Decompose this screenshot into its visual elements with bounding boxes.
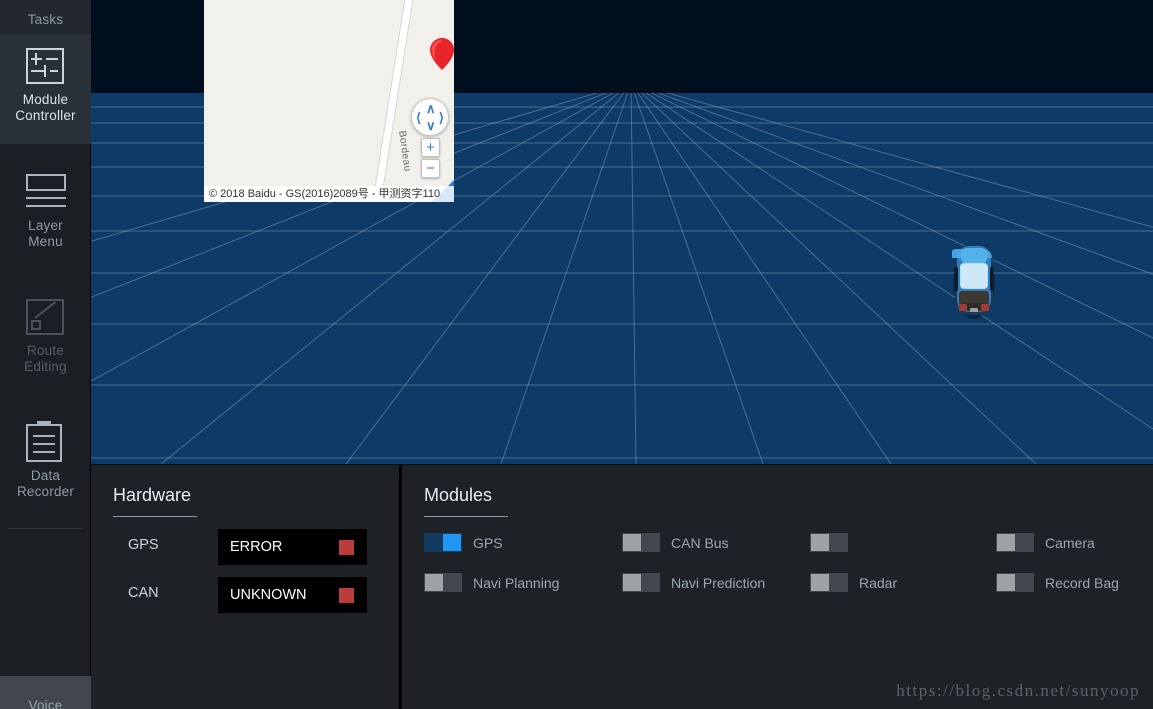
- module-toggle-switch[interactable]: [996, 533, 1034, 552]
- module-toggle-item[interactable]: Record Bag: [996, 573, 1119, 592]
- sidebar-item-module-controller-label-1: Module: [22, 92, 69, 107]
- toggle-knob: [811, 534, 829, 551]
- map-pan-control[interactable]: ∧ ∨ ⟨ ⟩: [411, 98, 449, 136]
- module-toggle-item[interactable]: Navi Planning: [424, 573, 559, 592]
- map-street-label: Bordeau: [396, 130, 413, 173]
- sidebar-item-route-editing[interactable]: Route Editing: [0, 285, 91, 385]
- sidebar-item-module-controller[interactable]: Module Controller: [0, 34, 91, 144]
- toggle-knob: [997, 574, 1015, 591]
- hardware-label: GPS: [128, 537, 159, 553]
- module-toggle-label: Navi Planning: [473, 574, 560, 591]
- watermark: https://blog.csdn.net/sunyoop: [896, 681, 1140, 700]
- sidebar: Tasks Module Controller Layer Menu Route…: [0, 0, 91, 709]
- module-toggle-item[interactable]: Navi Prediction: [622, 573, 765, 592]
- sidebar-item-module-controller-label-2: Controller: [15, 108, 76, 123]
- hardware-panel: Hardware GPS ERROR CAN UNKNOWN: [91, 465, 399, 709]
- module-toggle-label: Radar: [859, 574, 898, 591]
- chevron-left-icon[interactable]: ⟨: [416, 111, 421, 124]
- module-toggle-switch[interactable]: [424, 573, 462, 592]
- toggle-knob: [997, 534, 1015, 551]
- chevron-up-icon[interactable]: ∧: [426, 102, 436, 115]
- sidebar-item-route-editing-label-2: Editing: [24, 359, 67, 374]
- module-toggle-switch[interactable]: [810, 533, 848, 552]
- toggle-knob: [811, 574, 829, 591]
- mini-map[interactable]: Bordeau ∧ ∨ ⟨ ⟩ + − © 2018 Baidu - GS(20…: [204, 0, 454, 202]
- module-toggle-switch[interactable]: [996, 573, 1034, 592]
- ego-car-icon: [952, 245, 995, 319]
- module-toggle-switch[interactable]: [810, 573, 848, 592]
- sidebar-item-data-recorder-label-1: Data: [30, 468, 61, 483]
- hardware-label: CAN: [128, 585, 159, 601]
- toggle-knob: [623, 534, 641, 551]
- toggle-knob: [443, 534, 461, 551]
- sidebar-item-data-recorder[interactable]: Data Recorder: [0, 410, 91, 510]
- modules-title-rule: [424, 516, 508, 517]
- sidebar-item-data-recorder-label-2: Recorder: [16, 484, 75, 499]
- module-toggle-switch[interactable]: [622, 533, 660, 552]
- module-toggle-label: Record Bag: [1045, 574, 1119, 591]
- module-toggle-label: Navi Prediction: [671, 574, 766, 591]
- map-zoom-in-button[interactable]: +: [421, 138, 440, 157]
- hardware-row: CAN UNKNOWN: [91, 577, 399, 613]
- module-toggle-item[interactable]: CAN Bus: [622, 533, 729, 552]
- sidebar-item-voice[interactable]: Voice: [0, 676, 91, 709]
- apollo-dreamview-root: Tasks Module Controller Layer Menu Route…: [0, 0, 1153, 709]
- module-controller-icon: [25, 48, 66, 84]
- sidebar-item-layer-menu-label-2: Menu: [28, 234, 63, 249]
- map-zoom-out-button[interactable]: −: [421, 159, 440, 178]
- hardware-panel-title: Hardware: [113, 485, 192, 505]
- sidebar-item-tasks-label: Tasks: [27, 12, 64, 27]
- scene-3d-view[interactable]: Bordeau ∧ ∨ ⟨ ⟩ + − © 2018 Baidu - GS(20…: [91, 0, 1153, 464]
- module-toggle-label: Camera: [1045, 534, 1095, 551]
- sidebar-divider: [8, 528, 83, 529]
- data-recorder-icon: [25, 421, 66, 462]
- module-toggle-label: CAN Bus: [671, 534, 729, 551]
- module-toggle-item[interactable]: [810, 533, 848, 552]
- hardware-status-value: UNKNOWN: [218, 577, 367, 613]
- modules-panel: Modules GPS CAN Bus Camera Navi Planning Nav…: [402, 465, 1153, 709]
- modules-panel-title: Modules: [424, 485, 493, 505]
- hardware-title-rule: [113, 516, 197, 517]
- sidebar-item-layer-menu[interactable]: Layer Menu: [0, 160, 91, 260]
- sidebar-item-route-editing-label-1: Route: [26, 343, 65, 358]
- hardware-row: GPS ERROR: [91, 529, 399, 565]
- hardware-status-value: ERROR: [218, 529, 367, 565]
- module-toggle-label: GPS: [473, 534, 503, 551]
- module-toggle-switch[interactable]: [622, 573, 660, 592]
- bottom-panels: Hardware GPS ERROR CAN UNKNOWN Modules GPS C…: [91, 464, 1153, 709]
- map-attribution: © 2018 Baidu - GS(2016)2089号 - 甲测资字110: [204, 186, 454, 202]
- module-toggle-item[interactable]: GPS: [424, 533, 503, 552]
- module-toggle-switch[interactable]: [424, 533, 462, 552]
- sidebar-item-layer-menu-label-1: Layer: [28, 218, 63, 233]
- map-marker-icon: [430, 38, 454, 70]
- layer-menu-icon: [25, 174, 66, 210]
- toggle-knob: [425, 574, 443, 591]
- status-indicator: [339, 540, 354, 555]
- map-road: [371, 0, 425, 202]
- toggle-knob: [623, 574, 641, 591]
- chevron-down-icon[interactable]: ∨: [426, 119, 436, 132]
- sidebar-item-voice-label: Voice: [28, 698, 63, 709]
- chevron-right-icon[interactable]: ⟩: [439, 111, 444, 124]
- module-toggle-item[interactable]: Camera: [996, 533, 1095, 552]
- tasks-icon: [26, 0, 66, 4]
- status-indicator: [339, 588, 354, 603]
- module-toggle-item[interactable]: Radar: [810, 573, 897, 592]
- route-editing-icon: [25, 299, 66, 335]
